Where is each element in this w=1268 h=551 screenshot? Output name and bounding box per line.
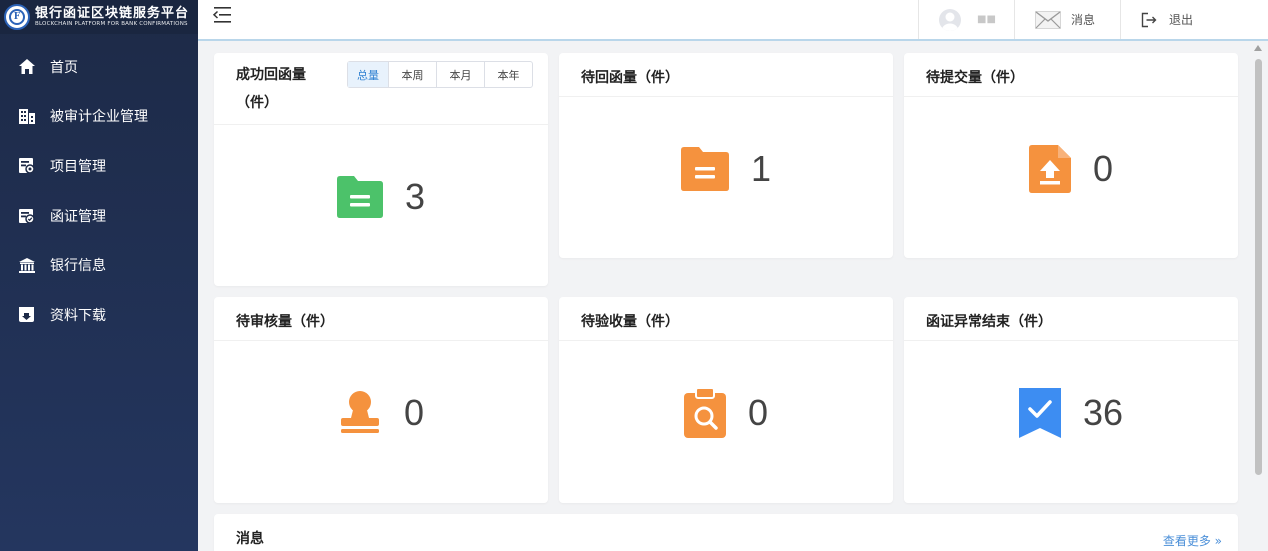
card-title: 待提交量（件） bbox=[926, 70, 1024, 86]
logout-button[interactable]: 退出 bbox=[1120, 0, 1268, 39]
card-title: 函证异常结束（件） bbox=[926, 314, 1052, 330]
logout-label: 退出 bbox=[1169, 13, 1194, 27]
metric: 3 bbox=[214, 171, 548, 223]
metric-value: 1 bbox=[750, 148, 772, 189]
metric: 0 bbox=[559, 387, 893, 439]
metric-value: 0 bbox=[1092, 148, 1114, 189]
bookmark-check-icon bbox=[1018, 388, 1061, 438]
card-pending-review: 待审核量（件） 0 bbox=[214, 297, 548, 503]
sidebar-item-projects[interactable]: 项目管理 bbox=[0, 141, 198, 191]
brand-logo-icon: F bbox=[4, 4, 30, 30]
download-icon bbox=[18, 306, 36, 324]
card-divider bbox=[214, 124, 548, 125]
building-icon bbox=[18, 107, 36, 125]
card-pending-acceptance: 待验收量（件） 0 bbox=[559, 297, 893, 503]
metric: 36 bbox=[904, 387, 1238, 439]
sidebar-item-label: 首页 bbox=[50, 59, 78, 76]
sidebar-nav: 首页 被审计企业管理 项目管理 函证管理 银行信息 资料下载 bbox=[0, 42, 198, 340]
card-success-replies: 成功回函量（件） 总量 本周 本月 本年 3 bbox=[214, 53, 548, 286]
scrollbar[interactable] bbox=[1252, 44, 1264, 551]
card-divider bbox=[904, 340, 1238, 341]
bank-icon bbox=[18, 256, 36, 274]
green-folder-icon bbox=[336, 176, 383, 218]
messages-panel: 消息 查看更多 » bbox=[214, 514, 1238, 551]
sidebar-item-label: 被审计企业管理 bbox=[50, 109, 148, 126]
user-name: ■■ bbox=[977, 14, 996, 25]
card-title: 待验收量（件） bbox=[581, 314, 679, 330]
card-title: 成功回函量（件） bbox=[236, 67, 306, 111]
sidebar-item-label: 函证管理 bbox=[50, 208, 106, 225]
card-pending-replies: 待回函量（件） 1 bbox=[559, 53, 893, 258]
tab-total[interactable]: 总量 bbox=[348, 62, 388, 87]
orange-folder-icon bbox=[680, 147, 729, 191]
card-divider bbox=[214, 340, 548, 341]
letter-icon bbox=[18, 207, 36, 225]
messages-button[interactable]: 消息 bbox=[1014, 0, 1120, 39]
brand-subtitle: BLOCKCHAIN PLATFORM FOR BANK CONFIRMATIO… bbox=[35, 20, 188, 27]
metric-value: 0 bbox=[403, 392, 425, 433]
scroll-thumb[interactable] bbox=[1255, 59, 1262, 475]
header-actions: ■■ 消息 退出 bbox=[918, 0, 1268, 39]
metric: 0 bbox=[904, 143, 1238, 195]
card-divider bbox=[559, 340, 893, 341]
top-header: ■■ 消息 退出 bbox=[198, 0, 1268, 41]
avatar bbox=[939, 8, 961, 31]
messages-title: 消息 bbox=[236, 531, 264, 547]
tab-month[interactable]: 本月 bbox=[436, 62, 484, 87]
card-pending-submit: 待提交量（件） 0 bbox=[904, 53, 1238, 258]
card-divider bbox=[559, 96, 893, 97]
sidebar-item-confirmations[interactable]: 函证管理 bbox=[0, 191, 198, 241]
period-tabs: 总量 本周 本月 本年 bbox=[347, 61, 533, 88]
sidebar-item-label: 银行信息 bbox=[50, 258, 106, 275]
sidebar-item-audited-companies[interactable]: 被审计企业管理 bbox=[0, 92, 198, 142]
sidebar-item-bank-info[interactable]: 银行信息 bbox=[0, 240, 198, 290]
sidebar: F 银行函证区块链服务平台 BLOCKCHAIN PLATFORM FOR BA… bbox=[0, 0, 198, 551]
brand-title: 银行函证区块链服务平台 bbox=[35, 5, 190, 21]
metric: 1 bbox=[559, 143, 893, 195]
card-title: 待审核量（件） bbox=[236, 314, 334, 330]
card-divider bbox=[904, 96, 1238, 97]
stamp-icon bbox=[340, 391, 379, 433]
view-more-link[interactable]: 查看更多 » bbox=[1163, 532, 1222, 549]
mail-icon bbox=[1035, 10, 1061, 29]
clipboard-search-icon bbox=[683, 388, 726, 438]
sidebar-item-label: 项目管理 bbox=[50, 158, 106, 175]
metric-value: 3 bbox=[404, 176, 426, 217]
card-abnormal-end: 函证异常结束（件） 36 bbox=[904, 297, 1238, 503]
user-menu[interactable]: ■■ bbox=[918, 0, 1014, 39]
metric-value: 36 bbox=[1082, 392, 1124, 433]
project-icon bbox=[18, 157, 36, 175]
brand: F 银行函证区块链服务平台 BLOCKCHAIN PLATFORM FOR BA… bbox=[0, 0, 198, 34]
upload-file-icon bbox=[1028, 145, 1071, 193]
card-title: 待回函量（件） bbox=[581, 70, 679, 86]
scroll-up-icon[interactable] bbox=[1254, 45, 1262, 51]
sidebar-item-label: 资料下载 bbox=[50, 307, 106, 324]
tab-year[interactable]: 本年 bbox=[484, 62, 532, 87]
logout-icon bbox=[1141, 12, 1157, 28]
metric: 0 bbox=[214, 387, 548, 439]
sidebar-item-downloads[interactable]: 资料下载 bbox=[0, 290, 198, 340]
metric-value: 0 bbox=[747, 392, 769, 433]
tab-week[interactable]: 本周 bbox=[388, 62, 436, 87]
sidebar-item-home[interactable]: 首页 bbox=[0, 42, 198, 92]
home-icon bbox=[18, 58, 36, 76]
messages-label: 消息 bbox=[1071, 13, 1096, 27]
collapse-menu-icon[interactable] bbox=[212, 6, 232, 24]
